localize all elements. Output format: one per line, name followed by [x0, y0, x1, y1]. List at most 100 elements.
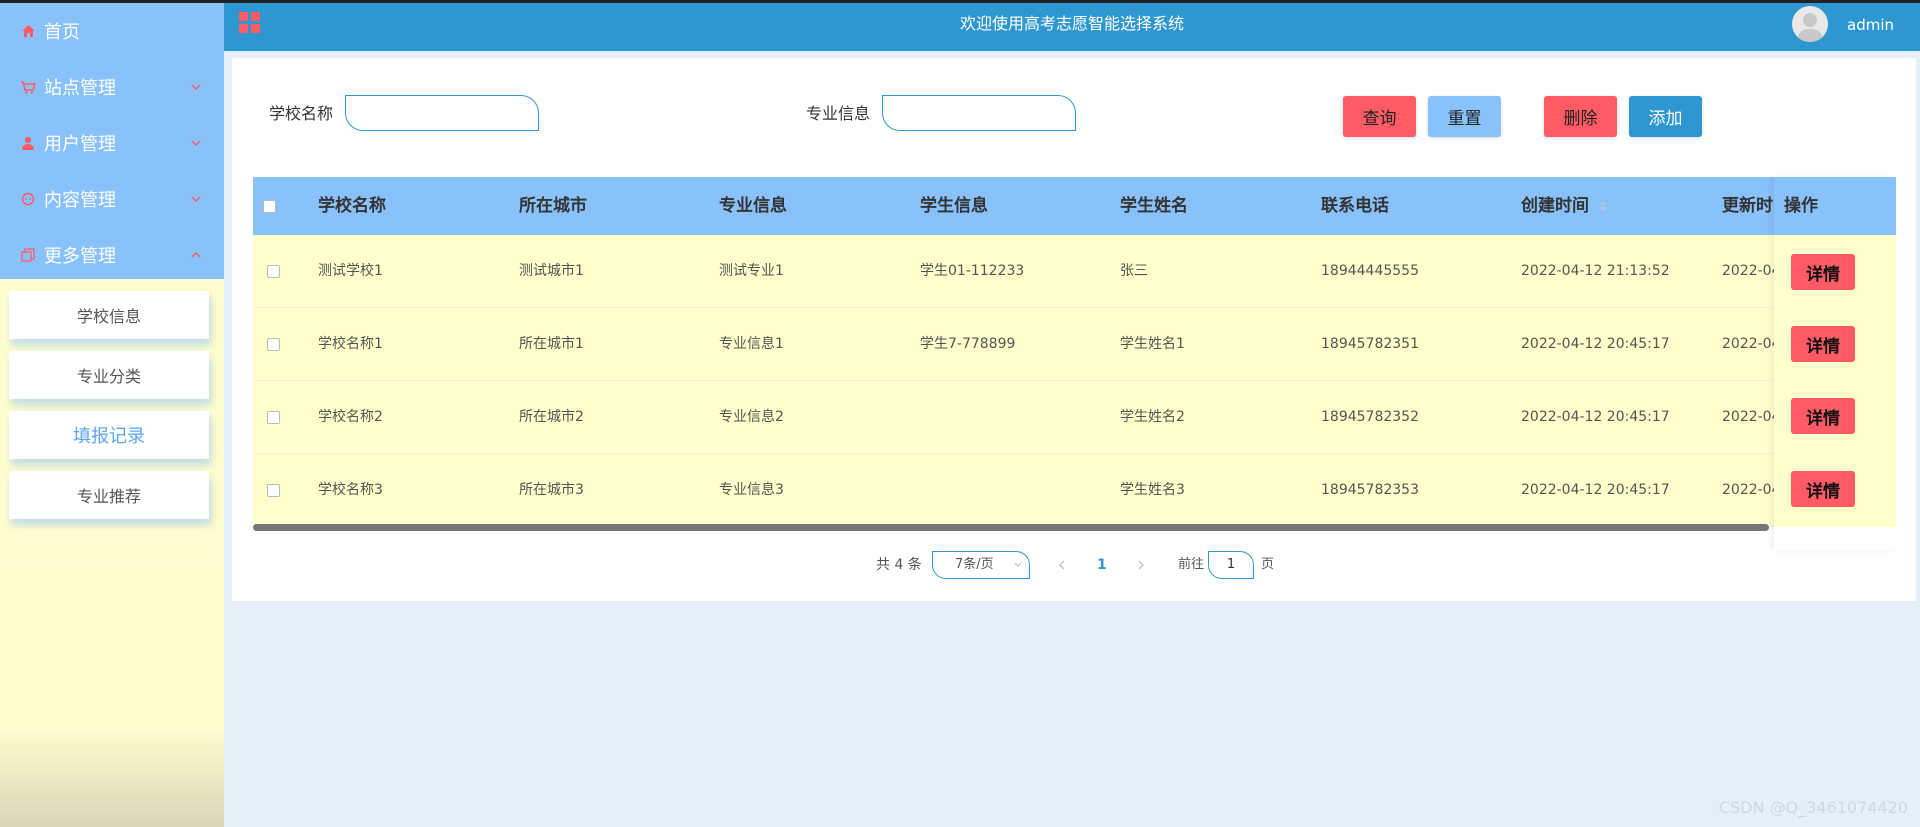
avatar[interactable] [1792, 6, 1828, 42]
add-button[interactable]: 添加 [1629, 96, 1702, 137]
chat-icon [20, 191, 36, 207]
cell-school: 学校名称3 [318, 482, 383, 498]
cell-student-name: 张三 [1120, 263, 1148, 279]
cell-school: 学校名称1 [318, 336, 383, 352]
sidebar-item-home[interactable]: 首页 [0, 3, 224, 59]
column-header: 学生信息 [920, 196, 988, 216]
cell-created: 2022-04-12 21:13:52 [1521, 263, 1670, 279]
column-header: 学生姓名 [1120, 196, 1188, 216]
row-checkbox[interactable] [267, 411, 280, 424]
prev-page-icon[interactable] [1057, 559, 1067, 571]
table-row: 学校名称1 所在城市1 专业信息1 学生7-778899 学生姓名1 18945… [253, 308, 1896, 381]
cell-student-info: 学生7-778899 [920, 336, 1016, 352]
top-header: 欢迎使用高考志愿智能选择系统 admin [224, 3, 1920, 51]
cell-created: 2022-04-12 20:45:17 [1521, 409, 1670, 425]
sidebar-item-label: 内容管理 [44, 190, 116, 211]
main-panel: 学校名称 专业信息 查询 重置 删除 添加 学校名称 所在城市 专业信息 学生信… [232, 58, 1916, 601]
watermark: CSDN @Q_3461074420 [1718, 798, 1908, 817]
column-header: 所在城市 [519, 196, 587, 216]
sidebar-item-users[interactable]: 用户管理 [0, 115, 224, 171]
chevron-down-icon [191, 196, 201, 202]
user-avatar-icon [1797, 13, 1823, 42]
cell-phone: 18944445555 [1321, 263, 1419, 279]
detail-button[interactable]: 详情 [1791, 254, 1855, 290]
sidebar-menu: 首页 站点管理 用户管理 内容管理 更多管理 [0, 3, 224, 279]
sidebar-item-content[interactable]: 内容管理 [0, 171, 224, 227]
reset-button[interactable]: 重置 [1428, 96, 1501, 137]
chevron-up-icon [191, 252, 201, 258]
row-checkbox[interactable] [267, 265, 280, 278]
submenu-item-application-records[interactable]: 填报记录 [9, 411, 209, 459]
cell-student-name: 学生姓名1 [1120, 336, 1185, 352]
chevron-down-icon [1014, 562, 1022, 567]
column-header-label: 创建时间 [1521, 196, 1589, 216]
page-size-select[interactable]: 7条/页 [932, 551, 1030, 579]
sidebar-item-site[interactable]: 站点管理 [0, 59, 224, 115]
column-header: 操作 [1784, 196, 1818, 216]
sidebar-item-label: 首页 [44, 22, 80, 43]
select-all-checkbox[interactable] [263, 200, 276, 213]
submenu-item-major-recommend[interactable]: 专业推荐 [9, 471, 209, 519]
cell-city: 所在城市3 [519, 482, 584, 498]
cart-icon [20, 79, 36, 95]
current-page[interactable]: 1 [1097, 550, 1107, 580]
sidebar-item-label: 站点管理 [44, 78, 116, 99]
cell-student-info: 学生01-112233 [920, 263, 1025, 279]
column-header: 联系电话 [1321, 196, 1389, 216]
sidebar-submenu: 学校信息 专业分类 填报记录 专业推荐 [0, 279, 224, 519]
cell-major: 测试专业1 [719, 263, 784, 279]
table-header: 学校名称 所在城市 专业信息 学生信息 学生姓名 联系电话 创建时间 更新时间 [253, 177, 1896, 235]
major-info-input[interactable] [882, 95, 1076, 131]
column-header: 更新时间 [1722, 196, 1774, 216]
row-checkbox[interactable] [267, 338, 280, 351]
school-name-label: 学校名称 [269, 104, 334, 123]
username[interactable]: admin [1847, 3, 1894, 47]
page-unit-label: 页 [1261, 557, 1275, 572]
detail-button[interactable]: 详情 [1791, 398, 1855, 434]
detail-button[interactable]: 详情 [1791, 471, 1855, 507]
detail-button[interactable]: 详情 [1791, 326, 1855, 362]
page-size-value: 7条/页 [955, 557, 994, 572]
table-row: 测试学校1 测试城市1 测试专业1 学生01-112233 张三 1894444… [253, 235, 1896, 308]
sidebar-item-label: 用户管理 [44, 134, 116, 155]
row-checkbox[interactable] [267, 484, 280, 497]
table-row: 学校名称2 所在城市2 专业信息2 学生姓名2 18945782352 2022… [253, 381, 1896, 454]
cell-phone: 18945782353 [1321, 482, 1419, 498]
cell-city: 测试城市1 [519, 263, 584, 279]
query-button[interactable]: 查询 [1343, 96, 1416, 137]
next-page-icon[interactable] [1136, 559, 1146, 571]
cell-school: 学校名称2 [318, 409, 383, 425]
cell-student-name: 学生姓名3 [1120, 482, 1185, 498]
horizontal-scrollbar[interactable] [253, 524, 1769, 531]
cell-phone: 18945782352 [1321, 409, 1419, 425]
cell-city: 所在城市2 [519, 409, 584, 425]
total-count: 共 4 条 [876, 557, 922, 573]
cell-major: 专业信息2 [719, 409, 784, 425]
column-header: 学校名称 [318, 196, 386, 216]
operations-column: 操作 详情 详情 详情 详情 [1774, 177, 1896, 550]
goto-page-input[interactable]: 1 [1208, 551, 1254, 579]
delete-button[interactable]: 删除 [1544, 96, 1617, 137]
school-name-input[interactable] [345, 95, 539, 131]
records-table: 学校名称 所在城市 专业信息 学生信息 学生姓名 联系电话 创建时间 更新时间 … [253, 177, 1896, 527]
operations-header-bg: 操作 [1774, 177, 1896, 235]
chevron-down-icon [191, 140, 201, 146]
cell-school: 测试学校1 [318, 263, 383, 279]
sidebar: 首页 站点管理 用户管理 内容管理 更多管理 学校信息 专业分类 填报记录 专业… [0, 3, 224, 827]
cell-created: 2022-04-12 20:45:17 [1521, 482, 1670, 498]
copy-icon [20, 247, 36, 263]
column-header: 专业信息 [719, 196, 787, 216]
sort-icon [1599, 201, 1606, 211]
cell-major: 专业信息3 [719, 482, 784, 498]
chevron-down-icon [191, 84, 201, 90]
cell-student-name: 学生姓名2 [1120, 409, 1185, 425]
app-title: 欢迎使用高考志愿智能选择系统 [959, 14, 1184, 33]
user-icon [20, 135, 36, 151]
cell-phone: 18945782351 [1321, 336, 1419, 352]
submenu-item-major-category[interactable]: 专业分类 [9, 351, 209, 399]
sidebar-item-more[interactable]: 更多管理 [0, 227, 224, 283]
column-header-sortable[interactable]: 创建时间 [1521, 177, 1607, 235]
submenu-item-school-info[interactable]: 学校信息 [9, 291, 209, 339]
home-icon [20, 23, 36, 39]
cell-major: 专业信息1 [719, 336, 784, 352]
